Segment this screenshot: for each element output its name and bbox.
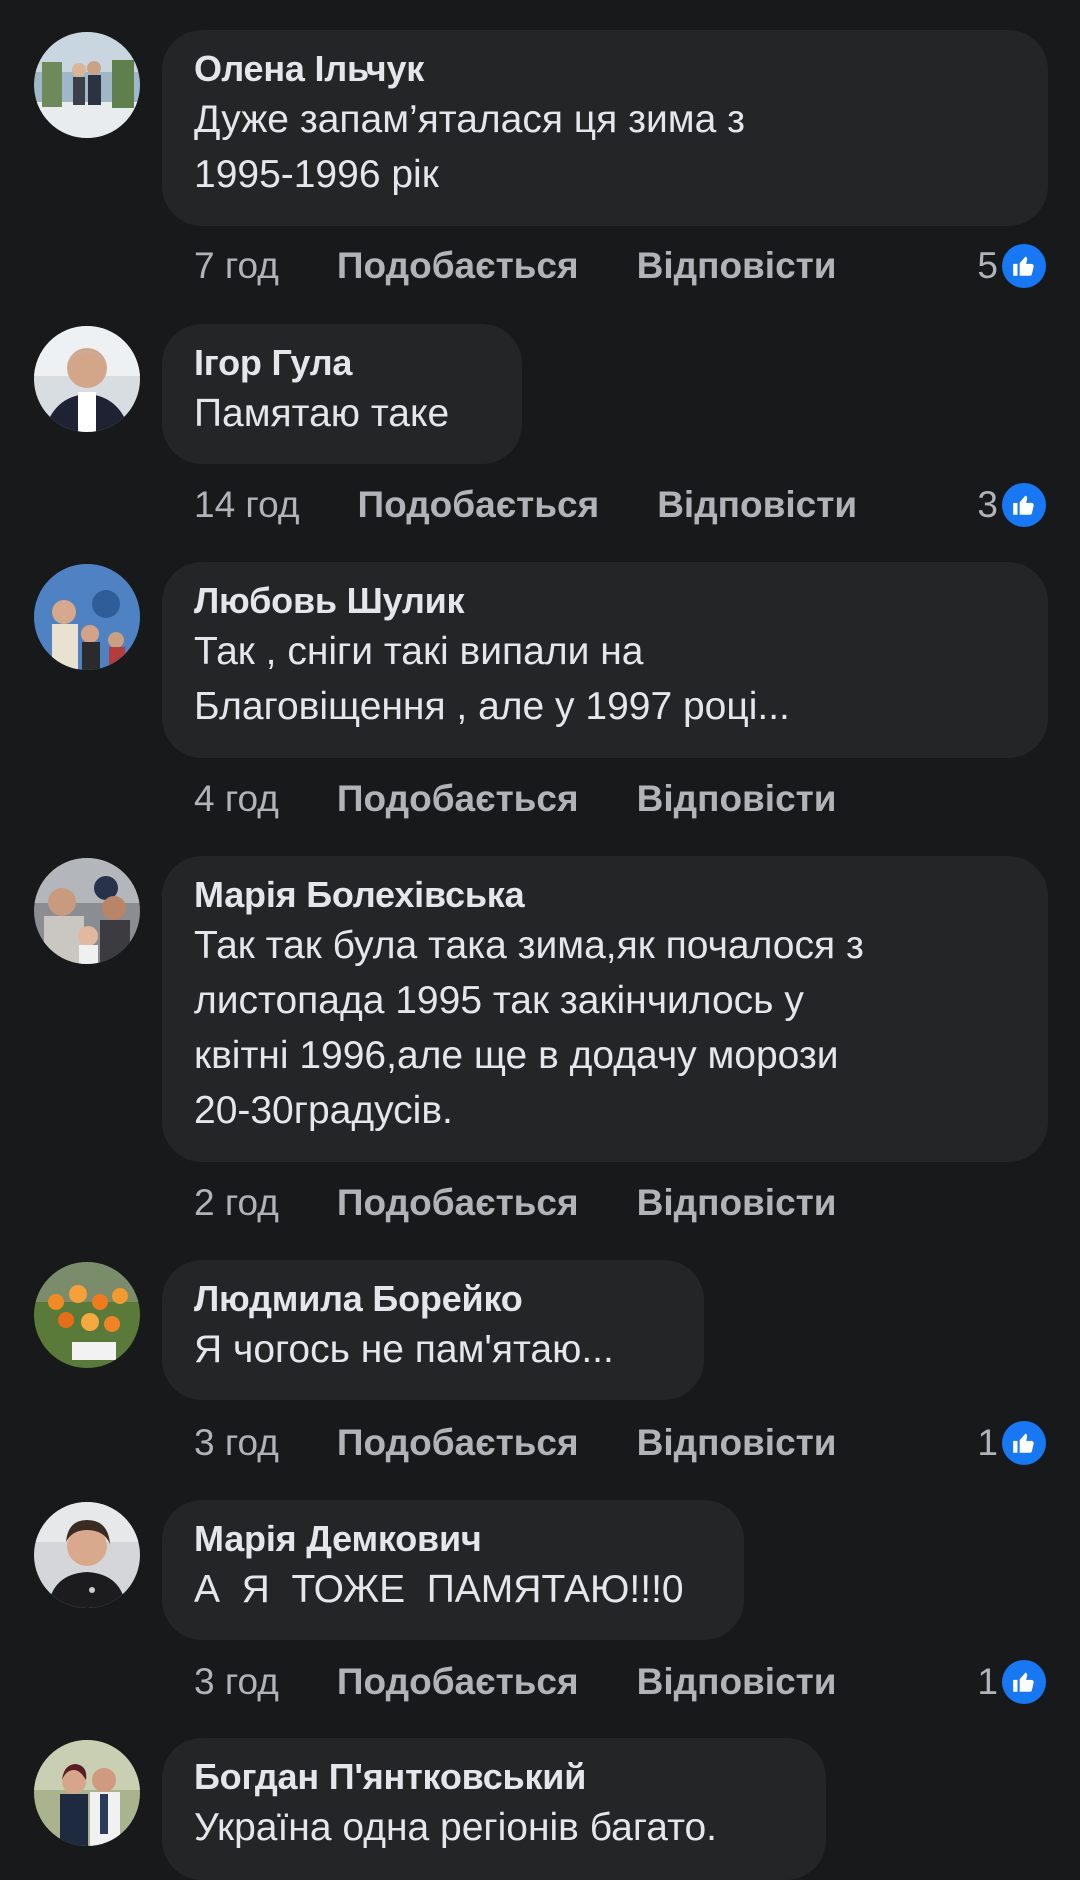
comment-bubble: Марія Болехівська Так так була така зима… bbox=[162, 856, 1048, 1162]
reply-button[interactable]: Відповісти bbox=[637, 1661, 837, 1703]
comment-bubble: Ігор Гула Памятаю таке bbox=[162, 324, 522, 464]
thumbs-up-icon bbox=[1002, 1421, 1046, 1465]
reaction-count-number: 1 bbox=[977, 1422, 998, 1463]
comment-time[interactable]: 4 год bbox=[194, 778, 279, 820]
thumbs-up-icon bbox=[1002, 1660, 1046, 1704]
reaction-count[interactable]: 1 bbox=[977, 1657, 1046, 1707]
avatar-photo bbox=[34, 1740, 140, 1846]
avatar[interactable] bbox=[34, 326, 140, 432]
reaction-count-number: 1 bbox=[977, 1661, 998, 1702]
avatar-photo bbox=[34, 1262, 140, 1368]
comment-author[interactable]: Богдан П'янтковський bbox=[194, 1754, 792, 1800]
comment-text: Я чогось не пам'ятаю... bbox=[194, 1328, 614, 1371]
comment-time[interactable]: 14 год bbox=[194, 484, 299, 526]
comment-text: Україна одна регіонів багато. bbox=[194, 1806, 718, 1849]
reply-button[interactable]: Відповісти bbox=[637, 245, 837, 287]
avatar[interactable] bbox=[34, 1262, 140, 1368]
comment-bubble: Олена Ільчук Дуже запам’яталася ця зима … bbox=[162, 30, 1048, 226]
comment-actions: 14 год Подобається Відповісти bbox=[194, 480, 915, 530]
comment-text: Памятаю таке bbox=[194, 392, 450, 435]
comment-text: Так так була така зима,як почалося з лис… bbox=[194, 924, 864, 1132]
avatar-photo bbox=[34, 32, 140, 138]
comment-author[interactable]: Людмила Борейко bbox=[194, 1276, 670, 1322]
like-button[interactable]: Подобається bbox=[357, 484, 599, 526]
comment-author[interactable]: Марія Болехівська bbox=[194, 872, 1014, 918]
comment-time[interactable]: 3 год bbox=[194, 1422, 279, 1464]
avatar-photo bbox=[34, 1502, 140, 1608]
reaction-count-number: 3 bbox=[977, 484, 998, 525]
reaction-count[interactable]: 5 bbox=[977, 241, 1046, 291]
reaction-count-number: 5 bbox=[977, 245, 998, 286]
comment-author[interactable]: Ігор Гула bbox=[194, 340, 488, 386]
like-button[interactable]: Подобається bbox=[337, 778, 579, 820]
comment-time[interactable]: 7 год bbox=[194, 245, 279, 287]
comment-actions: 4 год Подобається Відповісти bbox=[194, 774, 895, 824]
avatar-photo bbox=[34, 564, 140, 670]
reaction-count[interactable]: 1 bbox=[977, 1418, 1046, 1468]
comment-text: Дуже запам’яталася ця зима з 1995-1996 р… bbox=[194, 98, 745, 196]
comment-bubble: Людмила Борейко Я чогось не пам'ятаю... bbox=[162, 1260, 704, 1400]
avatar[interactable] bbox=[34, 32, 140, 138]
comment-actions: 2 год Подобається Відповісти bbox=[194, 1178, 895, 1228]
comment-bubble: Марія Демкович А Я ТОЖЕ ПАМЯТАЮ!!!0 bbox=[162, 1500, 744, 1640]
reaction-count[interactable]: 3 bbox=[977, 480, 1046, 530]
thumbs-up-icon bbox=[1002, 483, 1046, 527]
comment-text: Так , сніги такі випали на Благовіщення … bbox=[194, 630, 790, 728]
comment-bubble: Любовь Шулик Так , сніги такі випали на … bbox=[162, 562, 1048, 758]
avatar[interactable] bbox=[34, 1502, 140, 1608]
comment-actions: 7 год Подобається Відповісти bbox=[194, 241, 895, 291]
like-button[interactable]: Подобається bbox=[337, 1661, 579, 1703]
comment-bubble: Богдан П'янтковський Україна одна регіон… bbox=[162, 1738, 826, 1880]
avatar[interactable] bbox=[34, 564, 140, 670]
thumbs-up-icon bbox=[1002, 244, 1046, 288]
like-button[interactable]: Подобається bbox=[337, 1422, 579, 1464]
avatar-photo bbox=[34, 858, 140, 964]
comment-actions: 3 год Подобається Відповісти bbox=[194, 1657, 895, 1707]
reply-button[interactable]: Відповісти bbox=[657, 484, 857, 526]
reply-button[interactable]: Відповісти bbox=[637, 1422, 837, 1464]
avatar[interactable] bbox=[34, 1740, 140, 1846]
like-button[interactable]: Подобається bbox=[337, 1182, 579, 1224]
comment-actions: 3 год Подобається Відповісти bbox=[194, 1418, 895, 1468]
reply-button[interactable]: Відповісти bbox=[637, 778, 837, 820]
reply-button[interactable]: Відповісти bbox=[637, 1182, 837, 1224]
avatar-photo bbox=[34, 326, 140, 432]
avatar[interactable] bbox=[34, 858, 140, 964]
comment-author[interactable]: Олена Ільчук bbox=[194, 46, 1014, 92]
like-button[interactable]: Подобається bbox=[337, 245, 579, 287]
comment-time[interactable]: 2 год bbox=[194, 1182, 279, 1224]
comment-time[interactable]: 3 год bbox=[194, 1661, 279, 1703]
comment-author[interactable]: Марія Демкович bbox=[194, 1516, 710, 1562]
comment-author[interactable]: Любовь Шулик bbox=[194, 578, 1014, 624]
comment-text: А Я ТОЖЕ ПАМЯТАЮ!!!0 bbox=[194, 1568, 684, 1611]
